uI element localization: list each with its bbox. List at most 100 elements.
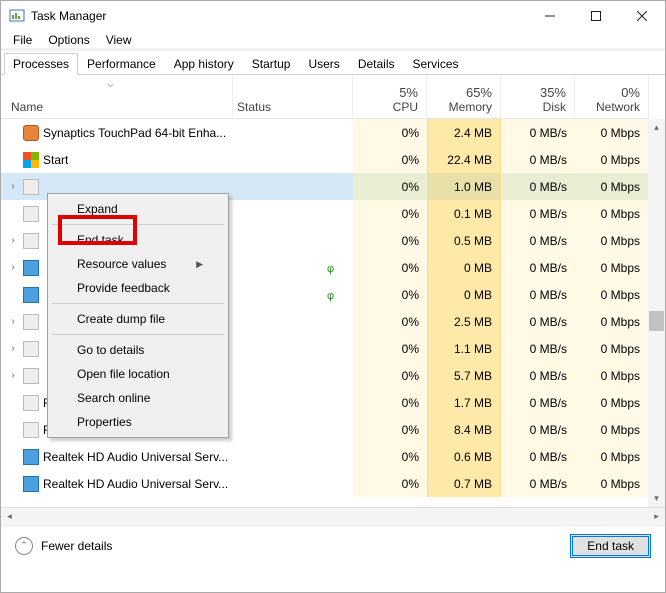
expand-chevron-icon[interactable]: › [7, 181, 19, 192]
ctx-end-task[interactable]: End task [51, 228, 225, 252]
network-pct: 0% [621, 85, 640, 100]
table-row[interactable]: Start 0% 22.4 MB 0 MB/s 0 Mbps [1, 146, 665, 173]
horizontal-scrollbar[interactable]: ◂ ▸ [1, 507, 665, 524]
network-cell: 0 Mbps [575, 200, 649, 227]
cpu-cell: 0% [353, 389, 427, 416]
fewer-details-label: Fewer details [41, 539, 112, 553]
memory-pct: 65% [466, 85, 492, 100]
ctx-create-dump[interactable]: Create dump file [51, 307, 225, 331]
table-row[interactable]: Synaptics TouchPad 64-bit Enha... 0% 2.4… [1, 119, 665, 146]
cpu-cell: 0% [353, 281, 427, 308]
disk-cell: 0 MB/s [501, 119, 575, 146]
status-cell: φ [233, 261, 353, 275]
memory-cell: 2.5 MB [427, 308, 501, 335]
scroll-thumb[interactable] [649, 311, 664, 331]
memory-cell: 0 MB [427, 281, 501, 308]
network-cell: 0 Mbps [575, 389, 649, 416]
separator [52, 224, 224, 225]
ctx-feedback[interactable]: Provide feedback [51, 276, 225, 300]
footer: ⌃ Fewer details End task [1, 524, 665, 564]
collapse-icon: ⌃ [15, 537, 33, 555]
cpu-pct: 5% [399, 85, 418, 100]
leaf-icon: φ [327, 290, 334, 302]
ctx-open-location[interactable]: Open file location [51, 362, 225, 386]
process-icon [23, 287, 39, 303]
ctx-expand[interactable]: Expand [51, 197, 225, 221]
cpu-cell: 0% [353, 119, 427, 146]
cpu-cell: 0% [353, 443, 427, 470]
menu-options[interactable]: Options [42, 31, 95, 49]
ctx-go-details[interactable]: Go to details [51, 338, 225, 362]
cpu-cell: 0% [353, 308, 427, 335]
process-icon [23, 233, 39, 249]
network-cell: 0 Mbps [575, 416, 649, 443]
disk-cell: 0 MB/s [501, 173, 575, 200]
status-cell: φ [233, 288, 353, 302]
col-status[interactable]: Status [233, 75, 353, 119]
memory-cell: 0 MB [427, 254, 501, 281]
scroll-up-icon[interactable]: ▴ [648, 119, 665, 136]
process-icon [23, 125, 39, 141]
scroll-left-icon[interactable]: ◂ [1, 511, 18, 522]
expand-chevron-icon[interactable]: › [7, 370, 19, 381]
menu-file[interactable]: File [7, 31, 38, 49]
process-name: Start [43, 153, 68, 167]
network-cell: 0 Mbps [575, 335, 649, 362]
expand-chevron-icon[interactable]: › [7, 316, 19, 327]
context-menu: Expand End task Resource values ▶ Provid… [47, 193, 229, 438]
submenu-arrow-icon: ▶ [196, 259, 203, 270]
ctx-resource-values-label: Resource values [77, 257, 166, 271]
separator [52, 334, 224, 335]
expand-chevron-icon[interactable]: › [7, 262, 19, 273]
table-row[interactable]: Realtek HD Audio Universal Serv... 0% 0.… [1, 443, 665, 470]
process-icon [23, 422, 39, 438]
col-disk[interactable]: 35% Disk [501, 75, 575, 119]
disk-label: Disk [543, 100, 566, 114]
tab-app-history[interactable]: App history [165, 53, 243, 75]
col-memory[interactable]: 65% Memory [427, 75, 501, 119]
tab-users[interactable]: Users [299, 53, 348, 75]
col-cpu[interactable]: 5% CPU [353, 75, 427, 119]
cpu-label: CPU [393, 100, 418, 114]
disk-cell: 0 MB/s [501, 200, 575, 227]
scroll-right-icon[interactable]: ▸ [648, 511, 665, 522]
tab-details[interactable]: Details [349, 53, 404, 75]
process-icon [23, 179, 39, 195]
tab-startup[interactable]: Startup [243, 53, 300, 75]
col-name[interactable]: Name ⌵ [1, 75, 233, 119]
disk-cell: 0 MB/s [501, 254, 575, 281]
tab-processes[interactable]: Processes [4, 53, 78, 75]
process-icon [23, 152, 39, 168]
memory-cell: 0.6 MB [427, 443, 501, 470]
memory-label: Memory [449, 100, 492, 114]
ctx-resource-values[interactable]: Resource values ▶ [51, 252, 225, 276]
process-icon [23, 449, 39, 465]
close-button[interactable] [619, 1, 665, 31]
tab-performance[interactable]: Performance [78, 53, 165, 75]
disk-cell: 0 MB/s [501, 281, 575, 308]
memory-cell: 2.4 MB [427, 119, 501, 146]
minimize-button[interactable] [527, 1, 573, 31]
scroll-down-icon[interactable]: ▾ [648, 490, 665, 507]
disk-cell: 0 MB/s [501, 308, 575, 335]
memory-cell: 0.1 MB [427, 200, 501, 227]
leaf-icon: φ [327, 263, 334, 275]
process-icon [23, 260, 39, 276]
cpu-cell: 0% [353, 227, 427, 254]
vertical-scrollbar[interactable]: ▴ ▾ [648, 119, 665, 507]
fewer-details-button[interactable]: ⌃ Fewer details [15, 537, 112, 555]
table-row[interactable]: Realtek HD Audio Universal Serv... 0% 0.… [1, 470, 665, 497]
network-label: Network [596, 100, 640, 114]
col-network[interactable]: 0% Network [575, 75, 649, 119]
process-icon [23, 476, 39, 492]
network-cell: 0 Mbps [575, 173, 649, 200]
disk-cell: 0 MB/s [501, 227, 575, 254]
menu-view[interactable]: View [100, 31, 138, 49]
ctx-search-online[interactable]: Search online [51, 386, 225, 410]
end-task-button[interactable]: End task [570, 534, 651, 558]
expand-chevron-icon[interactable]: › [7, 343, 19, 354]
maximize-button[interactable] [573, 1, 619, 31]
ctx-properties[interactable]: Properties [51, 410, 225, 434]
expand-chevron-icon[interactable]: › [7, 235, 19, 246]
tab-services[interactable]: Services [404, 53, 468, 75]
